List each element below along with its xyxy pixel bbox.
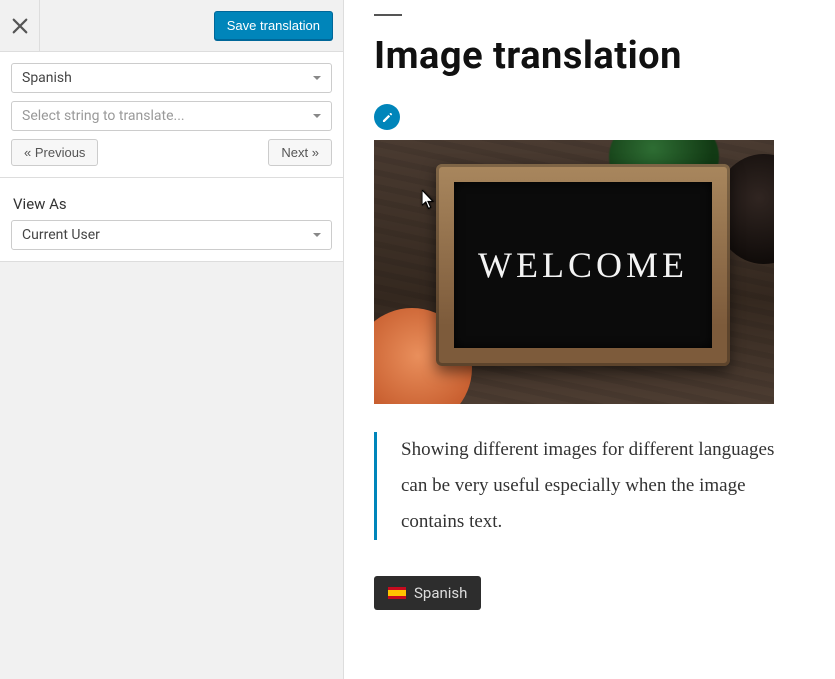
hero-image[interactable]: WELCOME — [374, 140, 774, 404]
close-button[interactable] — [0, 0, 40, 52]
preview-pane: Image translation WELCOME Showing differ… — [344, 0, 835, 679]
view-as-panel: View As Current User — [0, 178, 343, 262]
translation-sidebar: Save translation Spanish Select string t… — [0, 0, 344, 679]
previous-button[interactable]: « Previous — [11, 139, 98, 166]
mouse-cursor-icon — [422, 190, 435, 209]
edit-image-button[interactable] — [374, 104, 400, 130]
translate-panel: Spanish Select string to translate... « … — [0, 52, 343, 178]
chalkboard: WELCOME — [436, 164, 730, 366]
language-select[interactable]: Spanish — [11, 63, 332, 93]
page-title: Image translation — [374, 34, 805, 78]
string-select[interactable]: Select string to translate... — [11, 101, 332, 131]
view-as-select[interactable]: Current User — [11, 220, 332, 250]
language-switcher-label: Spanish — [414, 584, 467, 602]
string-nav: « Previous Next » — [11, 139, 332, 166]
close-icon — [11, 17, 29, 35]
divider — [374, 14, 402, 16]
view-as-label: View As — [13, 195, 332, 213]
save-translation-button[interactable]: Save translation — [214, 11, 333, 40]
language-switcher[interactable]: Spanish — [374, 576, 481, 610]
flag-spain-icon — [388, 587, 406, 599]
blockquote: Showing different images for different l… — [374, 432, 805, 540]
next-button[interactable]: Next » — [268, 139, 332, 166]
pencil-icon — [381, 111, 394, 124]
sidebar-topbar: Save translation — [0, 0, 343, 52]
chalkboard-text: WELCOME — [454, 182, 712, 348]
